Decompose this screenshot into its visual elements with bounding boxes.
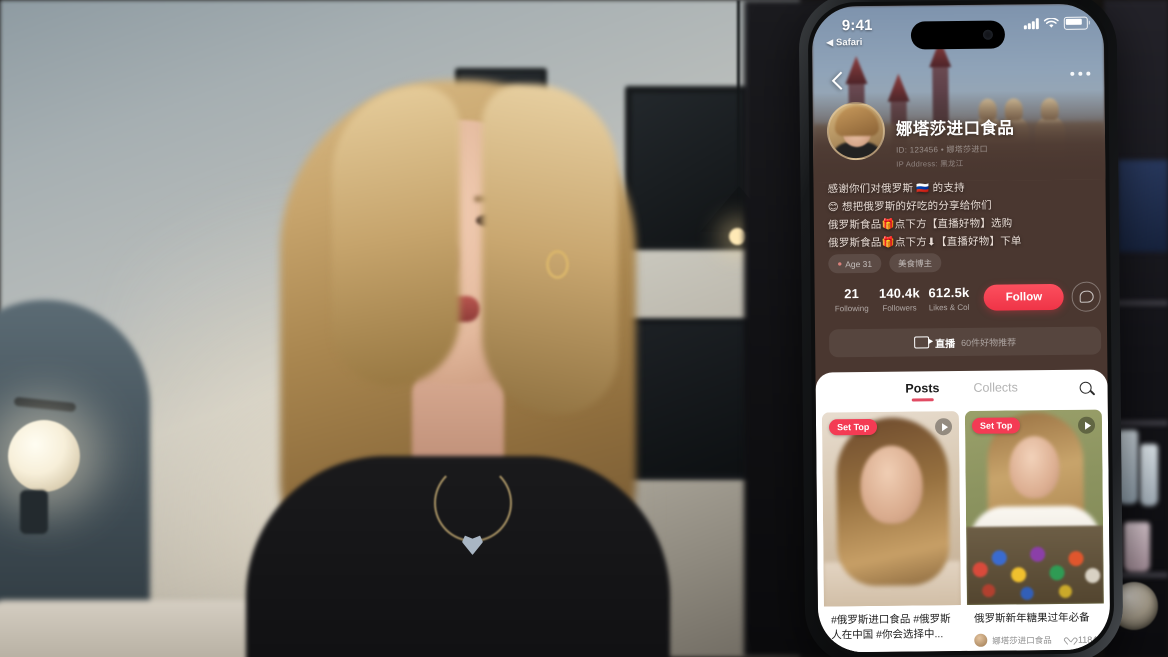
- post-author-avatar: [831, 650, 845, 653]
- tag-age[interactable]: ● Age 31: [828, 253, 882, 274]
- bio-line-4: 俄罗斯食品🎁点下方⬇【直播好物】下单: [828, 235, 1022, 250]
- wifi-icon: [1043, 17, 1059, 28]
- set-top-badge: Set Top: [828, 418, 878, 436]
- stat-followers[interactable]: 140.4k Followers: [875, 285, 925, 313]
- post-like-count[interactable]: 1184: [1066, 634, 1097, 644]
- content-sheet: Posts Collects Set Top #俄罗斯进口食品 #俄罗斯人在中国…: [815, 369, 1111, 653]
- profile-meta: 娜塔莎进口食品 ID: 123456 • 娜塔莎进口 IP Address: 黑…: [896, 100, 1015, 169]
- status-indicators: [1023, 16, 1088, 31]
- hair-front-right: [482, 84, 618, 414]
- thumb-face: [1009, 435, 1060, 499]
- post-author-name: 娜塔莎进口食品: [849, 650, 909, 652]
- post-footer: 娜塔莎进口食品 1184: [974, 633, 1097, 647]
- tab-collects[interactable]: Collects: [973, 380, 1018, 400]
- post-caption: 俄罗斯新年糖果过年必备: [973, 611, 1090, 625]
- post-like-value: 1184: [1077, 634, 1098, 645]
- stat-following[interactable]: 21 Following: [829, 285, 875, 313]
- post-like-count[interactable]: 212: [927, 651, 954, 653]
- more-options-button[interactable]: [1070, 71, 1091, 76]
- sconce-plate: [20, 490, 48, 534]
- profile-ip-line: IP Address: 黑龙江: [896, 158, 964, 169]
- screenshot-root: 9:41 ◀ Safari 娜塔莎进口食品 ID: 123456 • 娜塔莎进口…: [0, 0, 1168, 657]
- live-sub-label: 60件好物推荐: [961, 336, 1017, 348]
- post-author-name: 娜塔莎进口食品: [992, 634, 1052, 646]
- stat-likes-value: 612.5k: [928, 284, 970, 300]
- tab-posts[interactable]: Posts: [905, 381, 939, 401]
- live-video-icon: [914, 336, 930, 349]
- post-caption: #俄罗斯进口食品 #俄罗斯人在中国 #你会选择中...: [830, 613, 951, 642]
- post-footer: 娜塔莎进口食品 212: [831, 649, 954, 653]
- stat-followers-label: Followers: [882, 302, 917, 313]
- phone-bezel: 9:41 ◀ Safari 娜塔莎进口食品 ID: 123456 • 娜塔莎进口…: [807, 0, 1115, 657]
- profile-tags: ● Age 31 美食博主: [828, 253, 942, 274]
- live-label: 直播: [935, 338, 956, 350]
- back-button[interactable]: [826, 68, 852, 94]
- play-icon[interactable]: [934, 418, 953, 436]
- dynamic-island: [910, 20, 1006, 50]
- bio-line-2: 😊 想把俄罗斯的好吃的分享给你们: [827, 199, 992, 214]
- thumb-candy-pile: [966, 525, 1104, 605]
- stat-likes[interactable]: 612.5k Likes & Col: [924, 284, 974, 312]
- stat-following-value: 21: [844, 285, 860, 301]
- stat-following-label: Following: [834, 303, 869, 313]
- message-button[interactable]: [1071, 281, 1101, 312]
- bio-line-1: 感谢你们对俄罗斯 🇷🇺 的支持: [827, 181, 965, 196]
- post-caption-block: 俄罗斯新年糖果过年必备 娜塔莎进口食品 1184: [967, 604, 1105, 653]
- heart-icon: [1066, 635, 1075, 644]
- necklace-chain: [434, 464, 512, 542]
- earring-icon: [546, 250, 569, 279]
- post-caption-block: #俄罗斯进口食品 #俄罗斯人在中国 #你会选择中... 娜塔莎进口食品 212: [824, 605, 962, 653]
- status-time: 9:41: [841, 16, 873, 35]
- tag-category-label: 美食博主: [898, 257, 933, 269]
- follow-button[interactable]: Follow: [983, 283, 1065, 311]
- post-thumbnail[interactable]: Set Top: [964, 409, 1104, 605]
- live-shopping-banner[interactable]: 直播 60件好物推荐: [829, 326, 1102, 358]
- status-back-to-safari[interactable]: ◀ Safari: [826, 37, 862, 48]
- shelf-bottle-3: [1124, 522, 1150, 572]
- stat-followers-value: 140.4k: [878, 284, 920, 301]
- search-icon[interactable]: [1080, 382, 1095, 397]
- play-icon[interactable]: [1077, 416, 1096, 434]
- next-post-peek: [980, 650, 1092, 653]
- hair-front-left: [332, 86, 460, 386]
- tag-age-label: Age 31: [845, 258, 873, 269]
- front-camera-icon: [982, 29, 993, 40]
- profile-avatar[interactable]: [826, 101, 886, 161]
- post-author-avatar: [974, 633, 988, 647]
- post-like-value: 212: [939, 651, 954, 653]
- profile-stats: 21 Following 140.4k Followers 612.5k Lik…: [829, 281, 1101, 315]
- cellular-bars-icon: [1023, 18, 1039, 30]
- bio-line-3: 俄罗斯食品🎁点下方【直播好物】选购: [827, 217, 1013, 232]
- stat-likes-label: Likes & Col: [928, 302, 970, 312]
- shelf-bottle-2: [1140, 444, 1158, 506]
- avatar-hair: [834, 105, 879, 137]
- phone-screen: 9:41 ◀ Safari 娜塔莎进口食品 ID: 123456 • 娜塔莎进口…: [811, 3, 1111, 653]
- phone-device: 9:41 ◀ Safari 娜塔莎进口食品 ID: 123456 • 娜塔莎进口…: [798, 0, 1124, 657]
- location-pin-icon: ●: [837, 259, 843, 269]
- profile-name: 娜塔莎进口食品: [895, 119, 1015, 139]
- heart-icon: [927, 651, 936, 652]
- profile-bio: 感谢你们对俄罗斯 🇷🇺 的支持 😊 想把俄罗斯的好吃的分享给你们 俄罗斯食品🎁点…: [827, 180, 1100, 255]
- person-subject: [236, 64, 676, 657]
- post-thumbnail[interactable]: Set Top: [821, 411, 961, 607]
- thumb-face: [860, 445, 924, 525]
- post-card[interactable]: Set Top #俄罗斯进口食品 #俄罗斯人在中国 #你会选择中... 娜塔莎进…: [821, 411, 962, 653]
- tag-category[interactable]: 美食博主: [889, 253, 942, 273]
- set-top-badge: Set Top: [971, 417, 1021, 434]
- wall-sconce-lamp: [8, 420, 80, 492]
- post-card[interactable]: Set Top 俄罗斯新年糖果过年必备 娜塔莎进口食品 1184: [964, 409, 1105, 653]
- posts-grid: Set Top #俄罗斯进口食品 #俄罗斯人在中国 #你会选择中... 娜塔莎进…: [816, 409, 1110, 653]
- profile-header: 娜塔莎进口食品 ID: 123456 • 娜塔莎进口 IP Address: 黑…: [813, 99, 1106, 170]
- content-tabs: Posts Collects: [815, 369, 1107, 412]
- shelf-blue-box: [1118, 160, 1168, 252]
- profile-id-line: ID: 123456 • 娜塔莎进口: [896, 144, 988, 155]
- message-bubble-icon: [1079, 290, 1094, 303]
- battery-icon: [1063, 16, 1088, 30]
- pendant-lamp-cord: [737, 0, 740, 188]
